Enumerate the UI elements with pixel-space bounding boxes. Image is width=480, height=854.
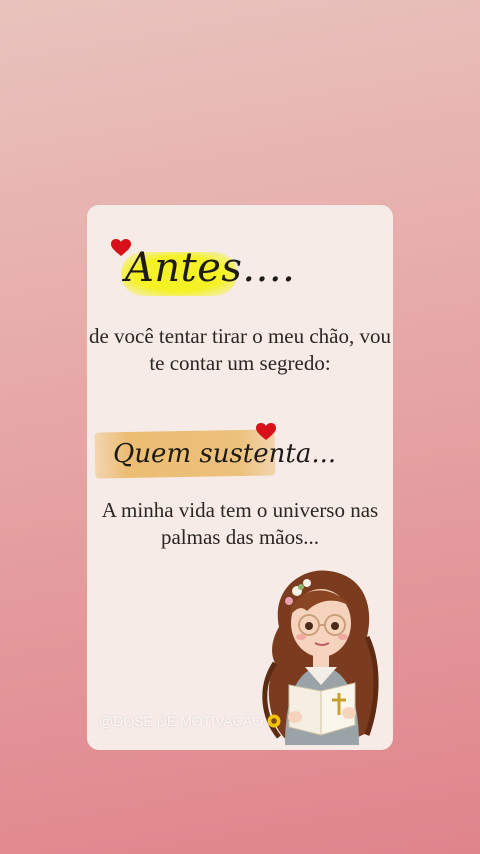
paragraph-one: de você tentar tirar o meu chão, vou te … [88,324,392,375]
watermark-text: @DOSE DE MOTIVAÇÃO [99,713,264,729]
heart-icon [256,423,276,441]
paragraph-two: A minha vida tem o universo nas palmas d… [101,498,379,549]
quote-card: Antes.... de você tentar tirar o meu chã… [87,205,393,750]
title-quem-sustenta: Quem sustenta... [113,439,337,469]
title-antes: Antes.... [125,245,296,291]
sunflower-icon [267,714,281,728]
watermark: @DOSE DE MOTIVAÇÃO [99,713,281,729]
